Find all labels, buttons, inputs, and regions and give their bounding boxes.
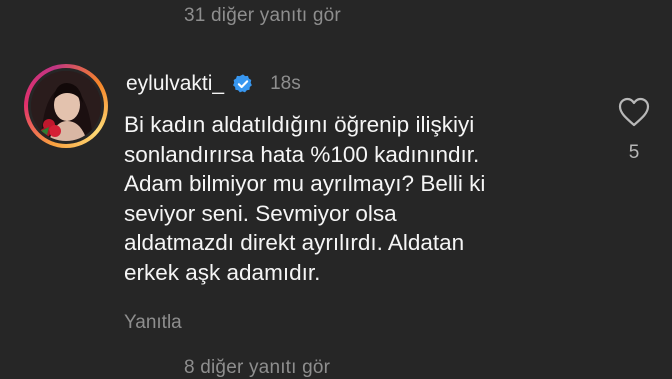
verified-badge-icon [233,74,252,93]
avatar[interactable] [31,71,101,141]
view-more-replies-link[interactable]: 8 diğer yanıtı gör [184,357,330,379]
like-count: 5 [628,142,640,163]
comment-timestamp: 18s [270,73,301,94]
avatar-frame [28,68,104,144]
view-more-replies-link[interactable]: 31 diğer yanıtı gör [184,5,341,27]
reply-button[interactable]: Yanıtla [124,312,182,334]
comment-header: eylulvakti_ 18s [126,70,301,98]
username-link[interactable]: eylulvakti_ [126,72,224,96]
heart-outline-icon[interactable] [617,96,651,128]
avatar-story-ring[interactable] [24,64,108,148]
comment-body: Bi kadın aldatıldığını öğrenip ilişkiyi … [124,112,486,285]
avatar-image [31,71,101,141]
